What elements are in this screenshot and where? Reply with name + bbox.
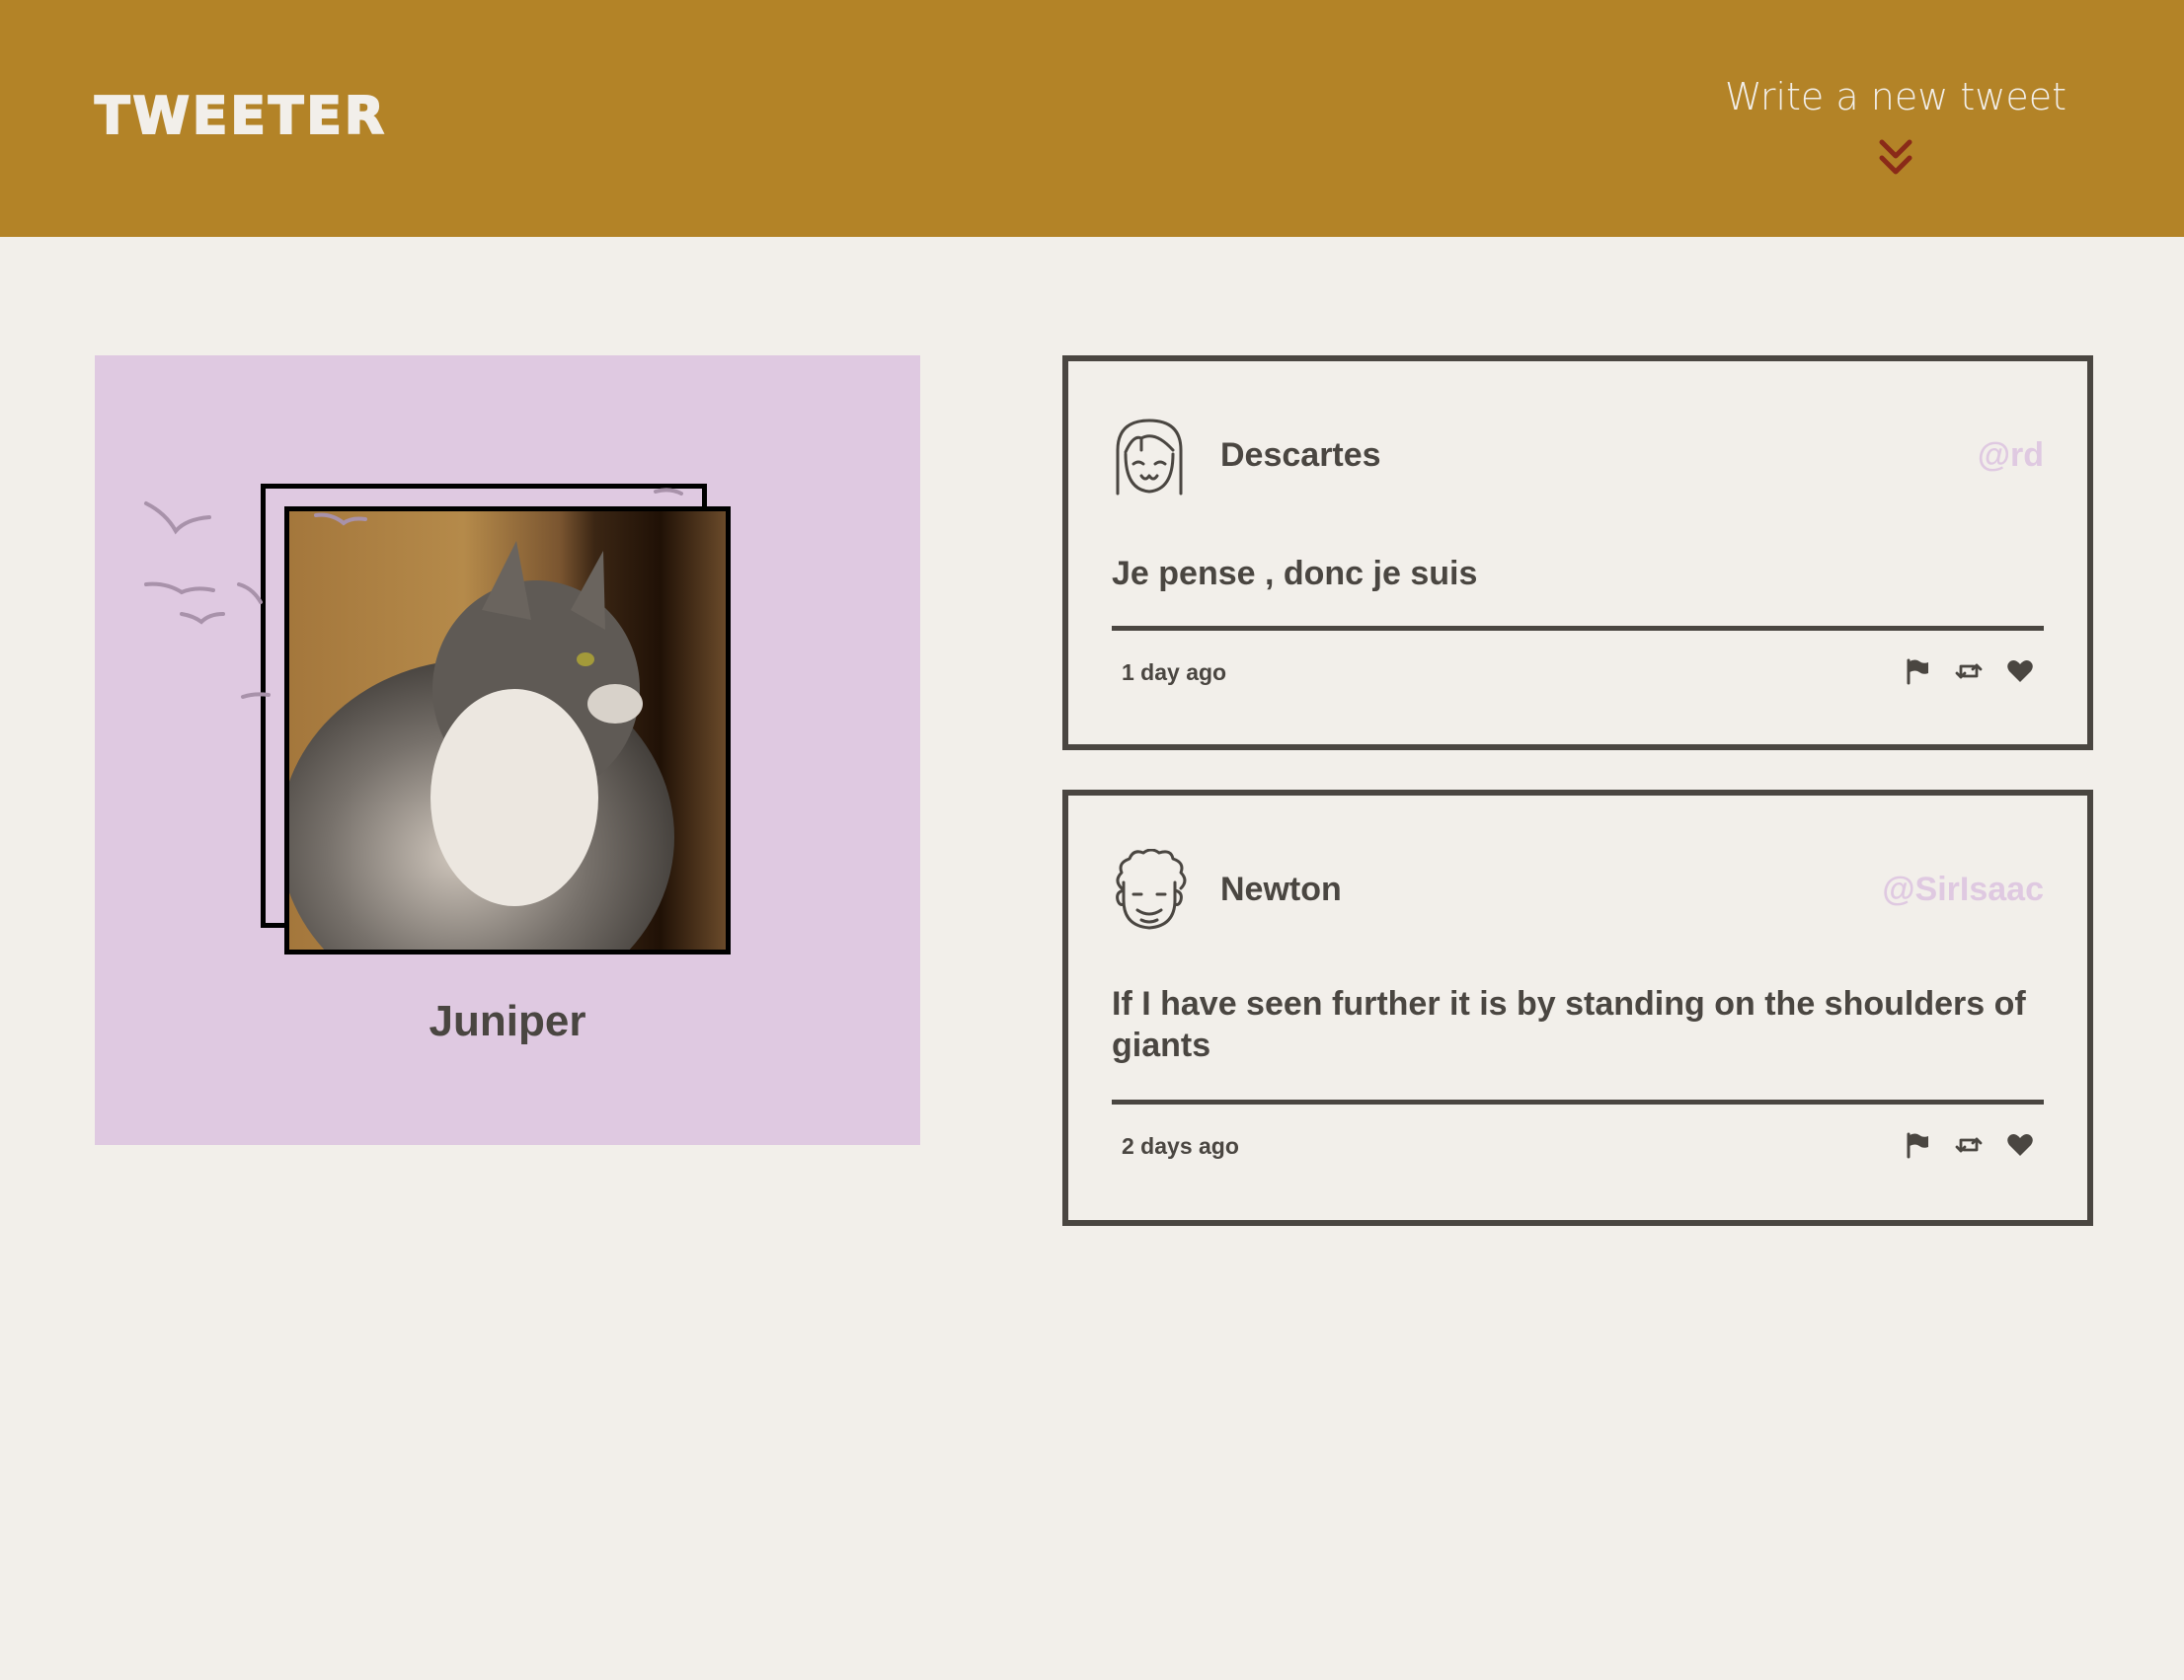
tweet-content: If I have seen further it is by standing…	[1112, 985, 2026, 1064]
tweet-footer: 2 days ago	[1122, 1127, 2034, 1167]
tweet-card: Newton @SirIsaac If I have seen further …	[1062, 790, 2093, 1226]
profile-photo	[284, 506, 731, 955]
tweet-actions	[1904, 657, 2034, 685]
tweet-timestamp: 2 days ago	[1122, 1133, 1239, 1159]
heart-icon[interactable]	[2006, 1131, 2034, 1159]
flag-icon[interactable]	[1904, 657, 1931, 685]
compose-tweet-toggle[interactable]: Write a new tweet	[1718, 75, 2073, 178]
tweet-timestamp: 1 day ago	[1122, 659, 1227, 685]
brand-logo[interactable]: Tweeter	[94, 86, 387, 147]
tweet-author-handle[interactable]: @rd	[1978, 436, 2044, 475]
heart-icon[interactable]	[2006, 657, 2034, 685]
tweet-author-name: Descartes	[1220, 436, 1381, 474]
retweet-icon[interactable]	[1955, 657, 1983, 685]
double-chevron-down-icon[interactable]	[1878, 138, 1913, 178]
compose-tweet-label[interactable]: Write a new tweet	[1718, 75, 2073, 118]
tweet-footer: 1 day ago	[1122, 653, 2034, 693]
cat-photo-illustration	[289, 541, 674, 950]
retweet-icon[interactable]	[1955, 1131, 1983, 1159]
tweet-divider	[1112, 626, 2044, 631]
tweet-header: Descartes @rd	[1112, 415, 2044, 503]
flag-icon[interactable]	[1904, 1131, 1931, 1159]
tweet-list: Descartes @rd Je pense , donc je suis 1 …	[1062, 355, 2093, 1265]
tweet-author-handle[interactable]: @SirIsaac	[1882, 871, 2044, 909]
curly-hair-face-icon	[1116, 849, 1187, 930]
tweet-actions	[1904, 1131, 2034, 1159]
tweet-card: Descartes @rd Je pense , donc je suis 1 …	[1062, 355, 2093, 750]
girl-face-icon	[1116, 419, 1183, 496]
tweet-divider	[1112, 1100, 2044, 1105]
tweet-header: Newton @SirIsaac	[1112, 849, 2044, 938]
top-nav: Tweeter Write a new tweet	[0, 0, 2184, 237]
profile-card: Juniper	[95, 355, 920, 1145]
profile-name: Juniper	[429, 997, 586, 1045]
tweet-author-name: Newton	[1220, 871, 1342, 908]
tweet-content: Je pense , donc je suis	[1112, 555, 1478, 592]
